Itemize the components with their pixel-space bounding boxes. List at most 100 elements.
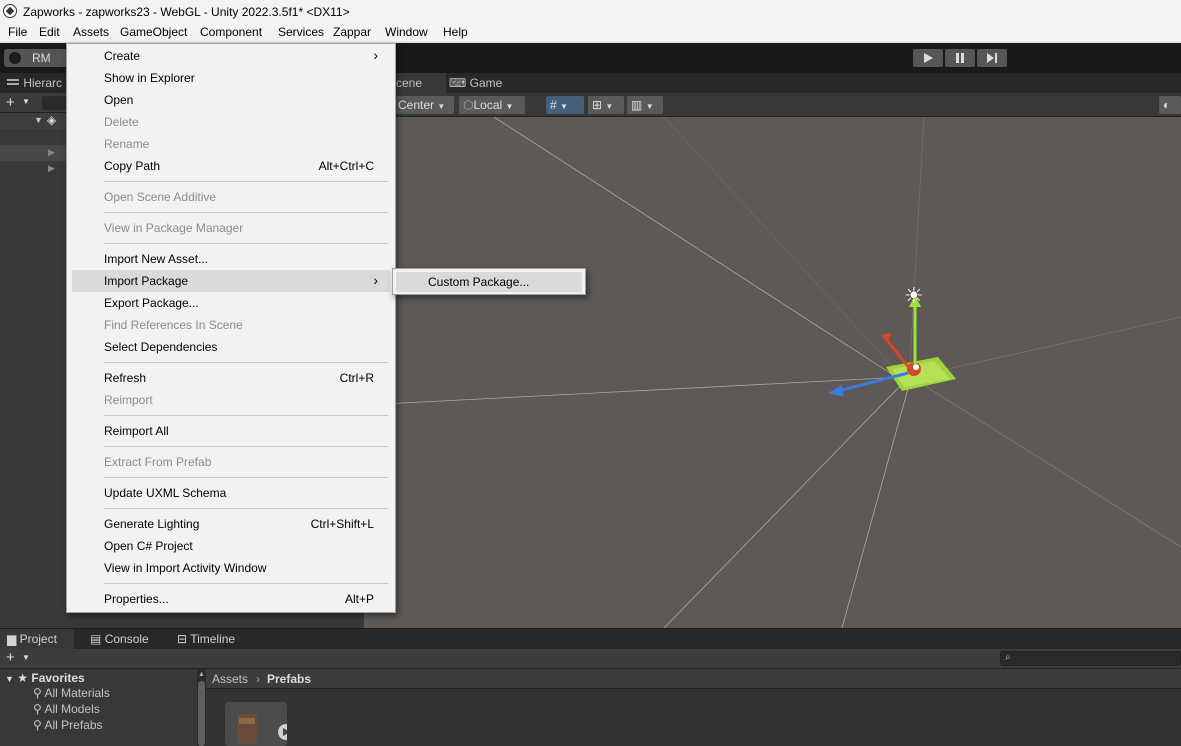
menu-separator <box>104 583 388 584</box>
favorite-item[interactable]: ⚲ All Materials <box>33 686 110 700</box>
step-icon <box>987 53 997 63</box>
menu-services[interactable]: Services <box>278 25 324 39</box>
menu-component[interactable]: Component <box>200 25 262 39</box>
menu-item-label: Create <box>104 49 141 63</box>
shading-button[interactable]: ◐ <box>1159 96 1181 114</box>
menu-separator <box>104 212 388 213</box>
menu-item-view-import-activity[interactable]: View in Import Activity Window <box>72 557 390 579</box>
menu-separator <box>104 508 388 509</box>
search-icon: ⚲ <box>33 718 42 732</box>
menu-file[interactable]: File <box>8 25 27 39</box>
menu-item-label: Reimport <box>104 393 153 407</box>
menu-item-label: Reimport All <box>104 424 169 438</box>
menu-item-export-package[interactable]: Export Package... <box>72 292 390 314</box>
menu-item-label: Open <box>104 93 134 107</box>
menu-item-import-package[interactable]: Import Package › <box>72 270 390 292</box>
menu-item-label: Open Scene Additive <box>104 190 217 204</box>
expand-arrow-icon[interactable]: ▶ <box>48 147 55 158</box>
menu-item-copy-path[interactable]: Copy Path Alt+Ctrl+C <box>72 155 390 177</box>
menu-item-import-new-asset[interactable]: Import New Asset... <box>72 248 390 270</box>
scene-view[interactable]: ☀ <box>364 117 1181 628</box>
menu-separator <box>104 477 388 478</box>
menu-item-refresh[interactable]: Refresh Ctrl+R <box>72 367 390 389</box>
account-button[interactable]: RM <box>4 49 68 67</box>
title-bar: Zapworks - zapworks23 - WebGL - Unity 20… <box>0 0 1181 22</box>
grid-snap-button[interactable]: # ▼ <box>546 96 584 114</box>
breadcrumb-prefabs[interactable]: Prefabs <box>267 672 311 686</box>
add-icon[interactable]: + <box>6 649 15 666</box>
tab-hierarchy-label: Hierarc <box>23 76 63 90</box>
play-button[interactable] <box>913 49 943 67</box>
expand-arrow-icon[interactable]: ▶ <box>48 163 55 174</box>
hierarchy-row[interactable]: ▶ <box>0 145 66 161</box>
favorites-header[interactable]: ▼ ★ Favorites <box>5 671 85 685</box>
increment-snap-button[interactable]: ⊞ ▼ <box>588 96 624 114</box>
menu-item-shortcut: Alt+P <box>344 592 374 606</box>
add-icon[interactable]: + <box>6 94 15 111</box>
project-search-input[interactable]: ⌕ <box>1000 651 1181 666</box>
menu-separator <box>104 362 388 363</box>
menu-item-open-csharp-project[interactable]: Open C# Project <box>72 535 390 557</box>
pivot-label: Center <box>398 98 435 112</box>
favorites-scrollbar[interactable]: ▲ <box>197 669 206 746</box>
menu-assets[interactable]: Assets <box>73 25 109 39</box>
tab-timeline[interactable]: ⊟ Timeline <box>177 632 235 646</box>
menu-edit[interactable]: Edit <box>39 25 60 39</box>
menu-window[interactable]: Window <box>385 25 428 39</box>
favorite-item[interactable]: ⚲ All Models <box>33 702 100 716</box>
menu-item-select-dependencies[interactable]: Select Dependencies <box>72 336 390 358</box>
tab-project[interactable]: ▆ Project <box>7 632 57 646</box>
menu-item-label: Import New Asset... <box>104 252 209 266</box>
tab-game-label: Game <box>469 76 503 90</box>
favorite-item[interactable]: ⚲ All Prefabs <box>33 718 103 732</box>
menu-item-custom-package[interactable]: Custom Package... <box>396 272 582 292</box>
pause-button[interactable] <box>945 49 975 67</box>
menu-item-reimport-all[interactable]: Reimport All <box>72 420 390 442</box>
chevron-down-icon[interactable]: ▼ <box>22 97 30 106</box>
menu-help[interactable]: Help <box>443 25 468 39</box>
menu-item-create[interactable]: Create › <box>72 45 390 67</box>
hierarchy-row[interactable]: ▶ <box>0 161 66 177</box>
menu-item-update-uxml-schema[interactable]: Update UXML Schema <box>72 482 390 504</box>
menu-item-label: Generate Lighting <box>104 517 200 531</box>
pivot-dropdown[interactable]: Center ▼ <box>394 96 454 114</box>
tab-scene[interactable]: cene <box>396 73 446 93</box>
menu-item-generate-lighting[interactable]: Generate Lighting Ctrl+Shift+L <box>72 513 390 535</box>
chevron-right-icon: › <box>373 272 378 288</box>
grid-visibility-button[interactable]: ▥ ▼ <box>627 96 663 114</box>
pause-icon <box>956 53 964 63</box>
menu-gameobject[interactable]: GameObject <box>120 25 187 39</box>
step-button[interactable] <box>977 49 1007 67</box>
menu-item-properties[interactable]: Properties... Alt+P <box>72 588 390 610</box>
grid-snap-icon: # <box>550 98 557 112</box>
scrollbar-thumb[interactable] <box>198 681 205 746</box>
tab-game[interactable]: ⌨ Game <box>446 73 506 93</box>
menu-item-label: Rename <box>104 137 150 151</box>
expand-arrow-icon[interactable]: ▼ <box>34 115 43 125</box>
timeline-icon: ⊟ <box>177 632 188 646</box>
account-label: RM <box>32 51 51 65</box>
chevron-down-icon[interactable]: ▼ <box>22 653 30 662</box>
menu-item-delete: Delete <box>72 111 390 133</box>
scene-row[interactable]: ▼ ◈ <box>0 113 66 129</box>
space-dropdown[interactable]: ⬡Local ▼ <box>459 96 525 114</box>
folder-icon: ▆ <box>7 632 17 646</box>
menu-item-shortcut: Ctrl+Shift+L <box>310 517 374 531</box>
breadcrumb-assets[interactable]: Assets <box>212 672 248 686</box>
menu-item-label: Find References In Scene <box>104 318 243 332</box>
tab-project-label: Project <box>19 632 57 646</box>
prefab-preview-icon <box>237 714 294 744</box>
menu-item-show-in-explorer[interactable]: Show in Explorer <box>72 67 390 89</box>
menu-item-find-references: Find References In Scene <box>72 314 390 336</box>
shading-sphere-icon: ◐ <box>1163 98 1171 112</box>
scroll-up-icon[interactable]: ▲ <box>198 671 205 678</box>
prefab-thumbnail[interactable] <box>225 702 294 746</box>
tab-hierarchy[interactable]: Hierarc <box>6 73 66 93</box>
menu-separator <box>104 446 388 447</box>
cube-icon: ⬡ <box>463 98 474 112</box>
light-icon[interactable]: ☀ <box>904 283 924 309</box>
menu-item-open[interactable]: Open <box>72 89 390 111</box>
menu-zappar[interactable]: Zappar <box>333 25 371 39</box>
tab-console[interactable]: ▤ Console <box>90 632 149 646</box>
unity-logo-icon <box>3 4 17 18</box>
